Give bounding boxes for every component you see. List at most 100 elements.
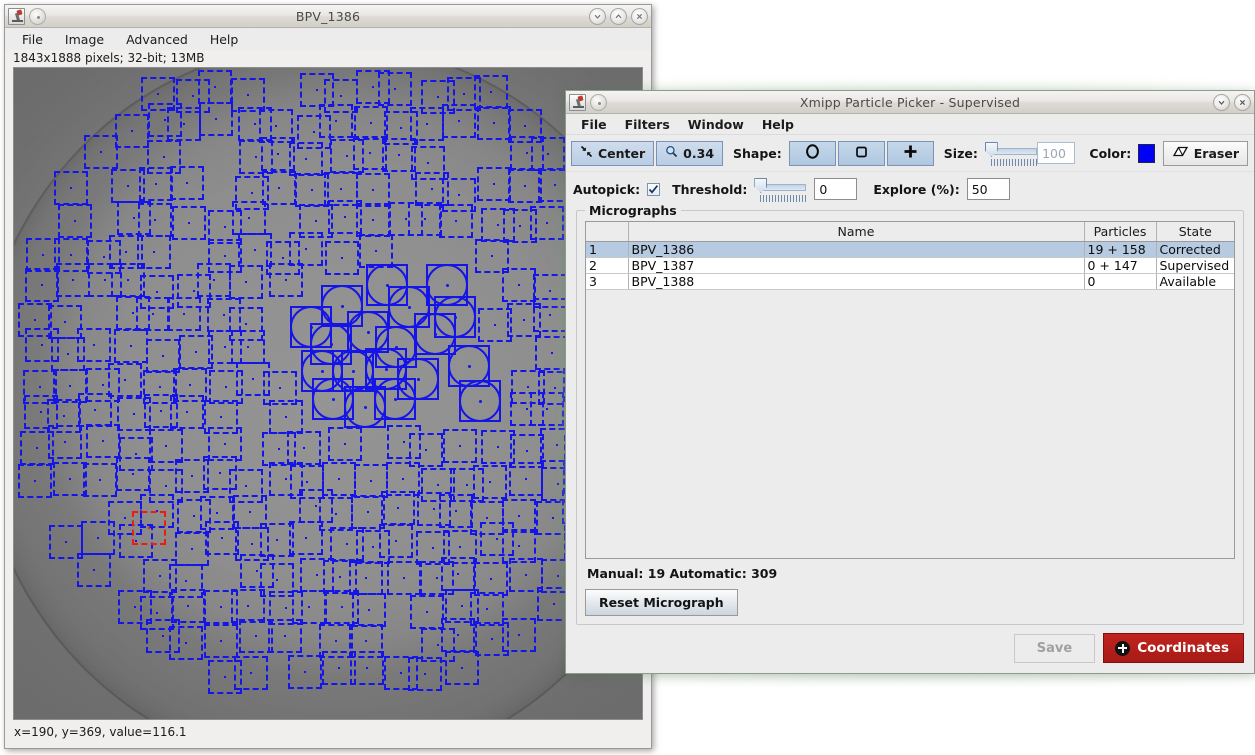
auto-particle-pick[interactable] — [167, 107, 201, 141]
size-input[interactable]: 100 — [1037, 142, 1076, 164]
auto-particle-pick[interactable] — [352, 593, 386, 627]
minimize-icon[interactable] — [589, 7, 606, 25]
shape-square-button[interactable] — [837, 140, 885, 166]
column-header-state[interactable]: State — [1156, 222, 1234, 242]
auto-particle-pick[interactable] — [197, 263, 231, 297]
maximize-icon[interactable] — [610, 7, 627, 25]
auto-particle-pick[interactable] — [172, 206, 206, 240]
auto-particle-pick[interactable] — [474, 562, 508, 596]
auto-particle-pick[interactable] — [408, 657, 442, 691]
auto-particle-pick[interactable] — [289, 232, 323, 266]
menu-window[interactable]: Window — [679, 115, 753, 134]
auto-particle-pick[interactable] — [115, 114, 149, 148]
window-menu-icon[interactable] — [29, 7, 46, 25]
table-row[interactable]: 1 BPV_1386 19 + 158 Corrected — [586, 241, 1234, 258]
table-empty-area[interactable] — [586, 289, 1234, 558]
auto-particle-pick[interactable] — [408, 202, 442, 236]
auto-particle-pick[interactable] — [169, 626, 203, 660]
close-icon[interactable] — [1234, 93, 1251, 111]
auto-particle-pick[interactable] — [502, 618, 536, 652]
auto-particle-pick[interactable] — [439, 204, 473, 238]
eraser-button[interactable]: Eraser — [1162, 140, 1248, 166]
auto-particle-pick[interactable] — [477, 106, 511, 140]
autopick-checkbox[interactable] — [647, 182, 661, 196]
auto-particle-pick[interactable] — [387, 561, 421, 595]
auto-particle-pick[interactable] — [381, 491, 415, 525]
auto-particle-pick[interactable] — [269, 400, 303, 434]
auto-particle-pick[interactable] — [470, 592, 504, 626]
auto-particle-pick[interactable] — [204, 624, 238, 658]
auto-particle-pick[interactable] — [48, 425, 82, 459]
manual-particle-pick[interactable] — [459, 380, 501, 422]
auto-particle-pick[interactable] — [354, 106, 388, 140]
auto-particle-pick[interactable] — [114, 329, 148, 363]
explore-input[interactable]: 50 — [966, 178, 1010, 200]
auto-particle-pick[interactable] — [445, 651, 479, 685]
close-icon[interactable] — [631, 7, 648, 25]
auto-particle-pick[interactable] — [379, 524, 413, 558]
auto-particle-pick[interactable] — [86, 424, 120, 458]
auto-particle-pick[interactable] — [108, 363, 142, 397]
auto-particle-pick[interactable] — [136, 297, 170, 331]
center-button[interactable]: Center — [571, 140, 655, 166]
auto-particle-pick[interactable] — [359, 234, 393, 268]
auto-particle-pick[interactable] — [439, 494, 473, 528]
menu-advanced[interactable]: Advanced — [115, 30, 199, 49]
column-header-name[interactable]: Name — [628, 222, 1085, 242]
minimize-icon[interactable] — [1213, 93, 1230, 111]
auto-particle-pick[interactable] — [170, 166, 204, 200]
auto-particle-pick[interactable] — [78, 393, 112, 427]
reset-micrograph-button[interactable]: Reset Micrograph — [585, 589, 738, 616]
auto-particle-pick[interactable] — [53, 462, 87, 496]
zoom-level-button[interactable]: 0.34 — [656, 140, 724, 166]
auto-particle-pick[interactable] — [502, 268, 536, 302]
auto-particle-pick[interactable] — [229, 265, 263, 299]
auto-particle-pick[interactable] — [175, 532, 209, 566]
coordinates-button[interactable]: Coordinates — [1103, 633, 1244, 663]
auto-particle-pick[interactable] — [198, 70, 232, 104]
auto-particle-pick[interactable] — [138, 203, 172, 237]
auto-particle-pick[interactable] — [262, 171, 296, 205]
auto-particle-pick[interactable] — [77, 553, 111, 587]
auto-particle-pick[interactable] — [288, 655, 322, 689]
auto-particle-pick[interactable] — [205, 521, 239, 555]
auto-particle-pick[interactable] — [167, 297, 201, 331]
xmipp-titlebar[interactable]: Xmipp Particle Picker - Supervised — [566, 91, 1254, 114]
table-row[interactable]: 2 BPV_1387 0 + 147 Supervised — [586, 257, 1234, 274]
menu-help[interactable]: Help — [199, 30, 250, 49]
auto-particle-pick[interactable] — [54, 171, 88, 205]
auto-particle-pick[interactable] — [84, 135, 118, 169]
auto-particle-pick[interactable] — [18, 464, 52, 498]
auto-particle-pick[interactable] — [473, 465, 507, 499]
imagej-titlebar[interactable]: BPV_1386 — [5, 5, 651, 28]
auto-particle-pick[interactable] — [83, 463, 117, 497]
shape-center-button[interactable] — [886, 140, 934, 166]
auto-particle-pick[interactable] — [356, 203, 390, 237]
save-button[interactable]: Save — [1013, 633, 1096, 663]
column-header-index[interactable] — [586, 222, 629, 242]
auto-particle-pick[interactable] — [442, 104, 476, 138]
micrograph-canvas[interactable] — [13, 67, 643, 720]
auto-particle-pick[interactable] — [325, 241, 359, 275]
auto-particle-pick[interactable] — [77, 328, 111, 362]
auto-particle-pick[interactable] — [477, 167, 511, 201]
auto-particle-pick[interactable] — [170, 395, 204, 429]
auto-particle-pick[interactable] — [25, 268, 59, 302]
auto-particle-pick[interactable] — [378, 72, 412, 106]
auto-particle-pick[interactable] — [350, 651, 384, 685]
auto-particle-pick[interactable] — [474, 75, 508, 109]
menu-file[interactable]: File — [572, 115, 616, 134]
shape-circle-button[interactable] — [788, 140, 836, 166]
auto-particle-pick[interactable] — [319, 104, 353, 138]
auto-particle-pick[interactable] — [441, 557, 475, 591]
micrographs-table-wrap[interactable]: Name Particles State 1 BPV_1386 19 + 158 Co… — [585, 221, 1235, 559]
auto-particle-pick[interactable] — [116, 457, 150, 491]
auto-particle-pick[interactable] — [289, 521, 323, 555]
auto-particle-pick[interactable] — [231, 330, 265, 364]
auto-particle-pick[interactable] — [328, 427, 362, 461]
selected-particle-pick[interactable] — [132, 511, 166, 545]
auto-particle-pick[interactable] — [232, 201, 266, 235]
auto-particle-pick[interactable] — [234, 656, 268, 690]
color-swatch[interactable] — [1138, 143, 1155, 163]
size-slider[interactable] — [984, 140, 1037, 166]
